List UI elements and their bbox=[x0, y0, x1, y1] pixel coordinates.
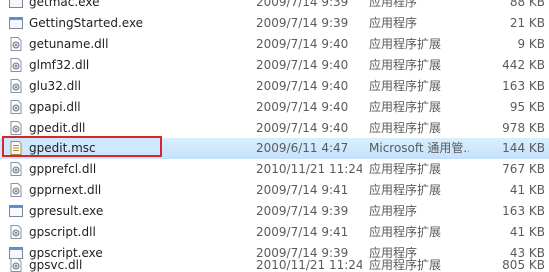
exe-icon bbox=[8, 0, 24, 10]
file-name: gpprefcl.dll bbox=[29, 162, 97, 176]
file-type: Microsoft 通用管... bbox=[369, 141, 469, 155]
file-name: gpscript.dll bbox=[29, 225, 96, 239]
file-type: 应用程序扩展 bbox=[369, 162, 442, 176]
file-row[interactable]: glu32.dll 2009/7/14 9:40 应用程序扩展 163 KB bbox=[0, 76, 549, 97]
file-type: 应用程序扩展 bbox=[369, 100, 442, 114]
file-size: 163 KB bbox=[502, 79, 545, 93]
file-size: 978 KB bbox=[502, 121, 545, 135]
file-name: gpprnext.dll bbox=[29, 183, 102, 197]
file-size: 805 KB bbox=[502, 258, 545, 272]
file-row-selected[interactable]: gpedit.msc 2009/6/11 4:47 Microsoft 通用管.… bbox=[0, 136, 549, 159]
file-type: 应用程序扩展 bbox=[369, 58, 442, 72]
file-date: 2009/7/14 9:39 bbox=[256, 204, 349, 218]
file-date: 2009/7/14 9:39 bbox=[256, 16, 349, 30]
file-row[interactable]: gpresult.exe 2009/7/14 9:39 应用程序 163 KB bbox=[0, 201, 549, 222]
file-date: 2009/6/11 4:47 bbox=[256, 141, 349, 155]
file-type: 应用程序扩展 bbox=[369, 225, 442, 239]
file-date: 2010/11/21 11:24 bbox=[256, 258, 362, 272]
file-list: getmac.exe 2009/7/14 9:39 应用程序 88 KB Get… bbox=[0, 0, 549, 272]
file-type: 应用程序 bbox=[369, 0, 418, 9]
file-size: 41 KB bbox=[509, 183, 545, 197]
file-name: getuname.dll bbox=[29, 37, 109, 51]
file-size: 21 KB bbox=[509, 16, 545, 30]
file-row[interactable]: gpprefcl.dll 2010/11/21 11:24 应用程序扩展 767… bbox=[0, 159, 549, 180]
file-date: 2009/7/14 9:41 bbox=[256, 183, 349, 197]
file-row[interactable]: getuname.dll 2009/7/14 9:40 应用程序扩展 9 KB bbox=[0, 34, 549, 55]
file-name: gpapi.dll bbox=[29, 100, 81, 114]
file-size: 767 KB bbox=[502, 162, 545, 176]
dll-icon bbox=[8, 78, 24, 94]
file-type: 应用程序扩展 bbox=[369, 79, 442, 93]
file-row[interactable]: GettingStarted.exe 2009/7/14 9:39 应用程序 2… bbox=[0, 13, 549, 34]
file-row[interactable]: gpapi.dll 2009/7/14 9:40 应用程序扩展 95 KB bbox=[0, 97, 549, 118]
file-date: 2009/7/14 9:40 bbox=[256, 100, 349, 114]
exe-icon bbox=[8, 15, 24, 31]
highlight-box bbox=[2, 136, 162, 157]
file-size: 9 KB bbox=[517, 37, 545, 51]
file-row[interactable]: gpprnext.dll 2009/7/14 9:41 应用程序扩展 41 KB bbox=[0, 180, 549, 201]
file-name: getmac.exe bbox=[29, 0, 100, 9]
file-size: 163 KB bbox=[502, 204, 545, 218]
dll-icon bbox=[8, 182, 24, 198]
file-date: 2009/7/14 9:39 bbox=[256, 0, 349, 9]
file-name: glmf32.dll bbox=[29, 58, 90, 72]
file-name: gpresult.exe bbox=[29, 204, 104, 218]
dll-icon bbox=[8, 161, 24, 177]
file-type: 应用程序 bbox=[369, 16, 418, 30]
file-type: 应用程序扩展 bbox=[369, 183, 442, 197]
file-size: 144 KB bbox=[502, 141, 545, 155]
file-date: 2009/7/14 9:41 bbox=[256, 225, 349, 239]
file-date: 2009/7/14 9:40 bbox=[256, 37, 349, 51]
exe-icon bbox=[8, 203, 24, 219]
dll-icon bbox=[8, 57, 24, 73]
file-type: 应用程序 bbox=[369, 204, 418, 218]
file-name: glu32.dll bbox=[29, 79, 81, 93]
file-size: 442 KB bbox=[502, 58, 545, 72]
file-type: 应用程序扩展 bbox=[369, 121, 442, 135]
file-size: 95 KB bbox=[509, 100, 545, 114]
file-date: 2009/7/14 9:40 bbox=[256, 79, 349, 93]
file-name: GettingStarted.exe bbox=[29, 16, 144, 30]
dll-icon bbox=[8, 36, 24, 52]
file-type: 应用程序扩展 bbox=[369, 37, 442, 51]
file-date: 2010/11/21 11:24 bbox=[256, 162, 362, 176]
dll-icon bbox=[8, 224, 24, 240]
file-row[interactable]: gpscript.dll 2009/7/14 9:41 应用程序扩展 41 KB bbox=[0, 222, 549, 243]
file-row[interactable]: gpsvc.dll 2010/11/21 11:24 应用程序扩展 805 KB bbox=[0, 255, 549, 272]
file-size: 41 KB bbox=[509, 225, 545, 239]
dll-icon bbox=[8, 120, 24, 136]
file-date: 2009/7/14 9:40 bbox=[256, 58, 349, 72]
dll-icon bbox=[8, 257, 24, 272]
file-row[interactable]: getmac.exe 2009/7/14 9:39 应用程序 88 KB bbox=[0, 0, 549, 13]
file-row[interactable]: glmf32.dll 2009/7/14 9:40 应用程序扩展 442 KB bbox=[0, 55, 549, 76]
file-size: 88 KB bbox=[509, 0, 545, 9]
file-date: 2009/7/14 9:40 bbox=[256, 121, 349, 135]
file-name: gpsvc.dll bbox=[29, 258, 83, 272]
dll-icon bbox=[8, 99, 24, 115]
file-type: 应用程序扩展 bbox=[369, 258, 442, 272]
